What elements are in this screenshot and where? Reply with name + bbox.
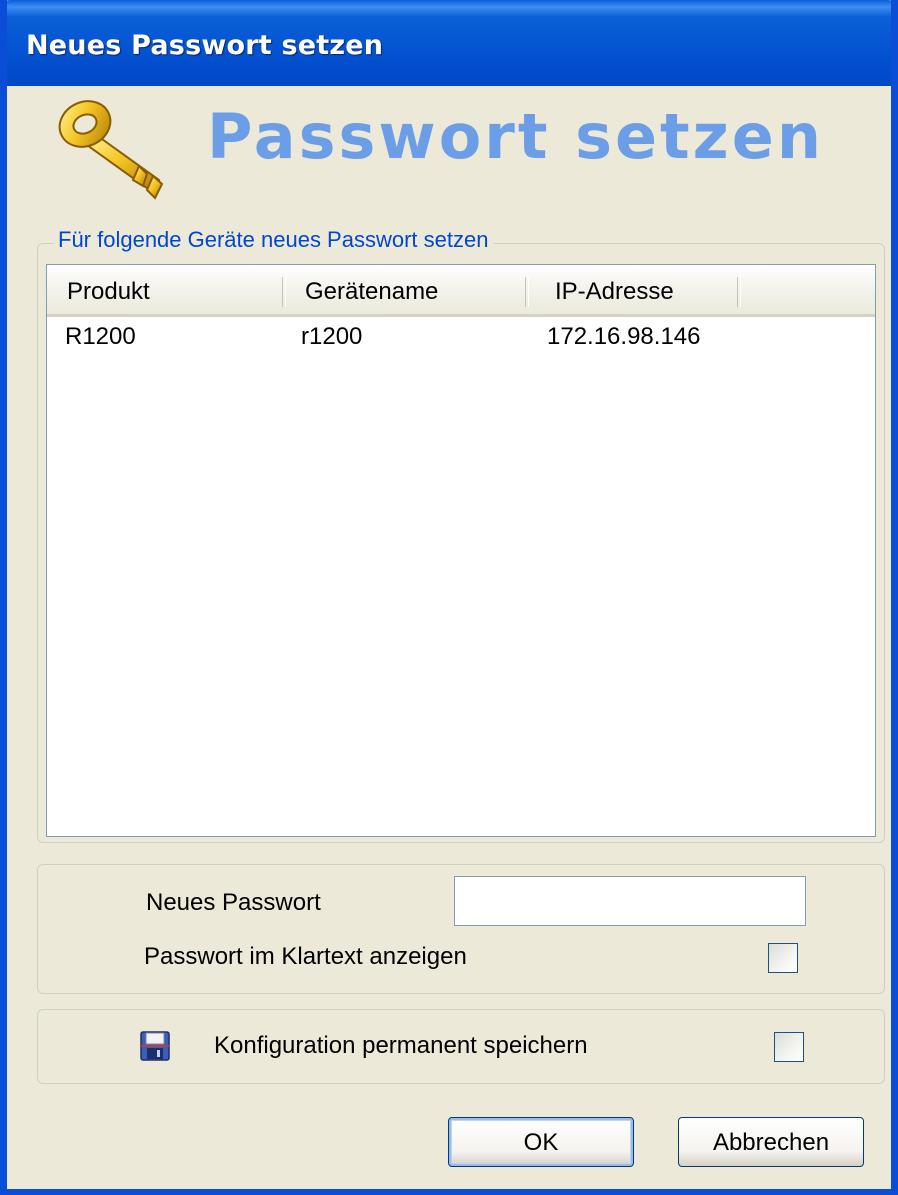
column-header-geraetename[interactable]: Gerätename bbox=[305, 265, 438, 314]
column-separator[interactable] bbox=[282, 277, 286, 307]
dialog-window: Neues Passwort setzen Passwort setzen Fü… bbox=[0, 0, 898, 1195]
save-groupbox: Konfiguration permanent speichern bbox=[37, 1009, 885, 1084]
save-permanent-label: Konfiguration permanent speichern bbox=[214, 1032, 588, 1059]
column-separator[interactable] bbox=[525, 277, 529, 307]
show-plaintext-label: Passwort im Klartext anzeigen bbox=[144, 943, 467, 970]
ok-button[interactable]: OK bbox=[448, 1117, 634, 1167]
cell-geraetename: r1200 bbox=[301, 323, 363, 350]
new-password-field[interactable] bbox=[454, 876, 806, 926]
window-title: Neues Passwort setzen bbox=[26, 30, 384, 61]
key-icon bbox=[58, 100, 164, 200]
column-header-produkt[interactable]: Produkt bbox=[67, 265, 150, 314]
title-bar[interactable]: Neues Passwort setzen bbox=[7, 0, 891, 86]
cancel-button[interactable]: Abbrechen bbox=[678, 1117, 864, 1167]
new-password-label: Neues Passwort bbox=[146, 889, 321, 916]
save-permanent-checkbox[interactable] bbox=[774, 1032, 804, 1062]
floppy-disk-icon bbox=[140, 1031, 170, 1061]
password-groupbox: Neues Passwort Passwort im Klartext anze… bbox=[37, 864, 885, 994]
list-header: Produkt Gerätename IP-Adresse bbox=[47, 265, 875, 317]
devices-groupbox: Für folgende Geräte neues Passwort setze… bbox=[37, 227, 885, 843]
device-list[interactable]: Produkt Gerätename IP-Adresse R1200 r120… bbox=[46, 264, 876, 837]
show-plaintext-checkbox[interactable] bbox=[768, 943, 798, 973]
list-item[interactable]: R1200 r1200 172.16.98.146 bbox=[47, 317, 875, 357]
cell-produkt: R1200 bbox=[65, 323, 136, 350]
cell-ip-adresse: 172.16.98.146 bbox=[547, 323, 701, 350]
header-banner: Passwort setzen bbox=[47, 92, 891, 207]
banner-title: Passwort setzen bbox=[207, 100, 824, 173]
column-header-ip-adresse[interactable]: IP-Adresse bbox=[555, 265, 674, 314]
devices-group-legend: Für folgende Geräte neues Passwort setze… bbox=[54, 227, 495, 253]
column-separator[interactable] bbox=[737, 277, 741, 307]
